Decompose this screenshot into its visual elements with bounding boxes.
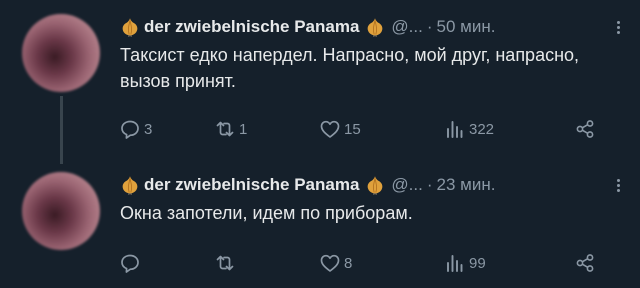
like-button[interactable]: 15 <box>318 116 361 142</box>
like-button[interactable]: 8 <box>318 250 352 276</box>
onion-icon <box>120 17 140 37</box>
more-options-icon[interactable] <box>608 178 628 193</box>
tweet-header: der zwiebelnische Panama @... · 50 мин. <box>120 14 628 40</box>
retweet-icon <box>213 117 237 141</box>
more-options-icon[interactable] <box>608 20 628 35</box>
tweet-text: Окна запотели, идем по приборам. <box>120 203 413 223</box>
reply-count: 3 <box>144 120 153 138</box>
onion-icon <box>365 175 385 195</box>
timestamp[interactable]: 23 мин. <box>437 175 496 195</box>
views-count: 322 <box>469 120 495 138</box>
author-name[interactable]: der zwiebelnische Panama <box>144 175 359 195</box>
author-handle[interactable]: @... <box>391 175 422 195</box>
tweet[interactable]: der zwiebelnische Panama @... · 50 мин. … <box>0 0 640 164</box>
views-chart-icon <box>443 117 467 141</box>
like-count: 8 <box>344 254 353 272</box>
retweet-button[interactable] <box>213 250 239 276</box>
tweet-text: Таксист едко напердел. Напрасно, мой дру… <box>120 45 580 91</box>
tweet-actions: 8 99 <box>118 250 608 276</box>
avatar[interactable] <box>22 172 100 250</box>
author-handle[interactable]: @... <box>391 17 422 37</box>
tweet-header: der zwiebelnische Panama @... · 23 мин. <box>120 172 628 198</box>
reply-button[interactable] <box>118 250 144 276</box>
like-count: 15 <box>344 120 361 138</box>
retweet-count: 1 <box>239 120 248 138</box>
heart-icon <box>318 117 342 141</box>
views-count: 99 <box>469 254 486 272</box>
timestamp[interactable]: 50 мин. <box>437 17 496 37</box>
reply-icon <box>118 117 142 141</box>
separator-dot: · <box>426 175 433 194</box>
onion-icon <box>365 17 385 37</box>
share-icon <box>573 117 597 141</box>
reply-button[interactable]: 3 <box>118 116 152 142</box>
avatar[interactable] <box>22 14 100 92</box>
share-icon <box>573 251 597 275</box>
author-name[interactable]: der zwiebelnische Panama <box>144 17 359 37</box>
views-button[interactable]: 322 <box>443 116 494 142</box>
share-button[interactable] <box>573 250 597 276</box>
retweet-icon <box>213 251 237 275</box>
heart-icon <box>318 251 342 275</box>
reply-icon <box>118 251 142 275</box>
thread-connector-line <box>60 96 63 164</box>
onion-icon <box>120 175 140 195</box>
views-chart-icon <box>443 251 467 275</box>
tweet-actions: 3 1 15 322 <box>118 116 608 142</box>
share-button[interactable] <box>573 116 597 142</box>
retweet-button[interactable]: 1 <box>213 116 247 142</box>
separator-dot: · <box>426 17 433 36</box>
views-button[interactable]: 99 <box>443 250 486 276</box>
tweet[interactable]: der zwiebelnische Panama @... · 23 мин. … <box>0 158 640 288</box>
